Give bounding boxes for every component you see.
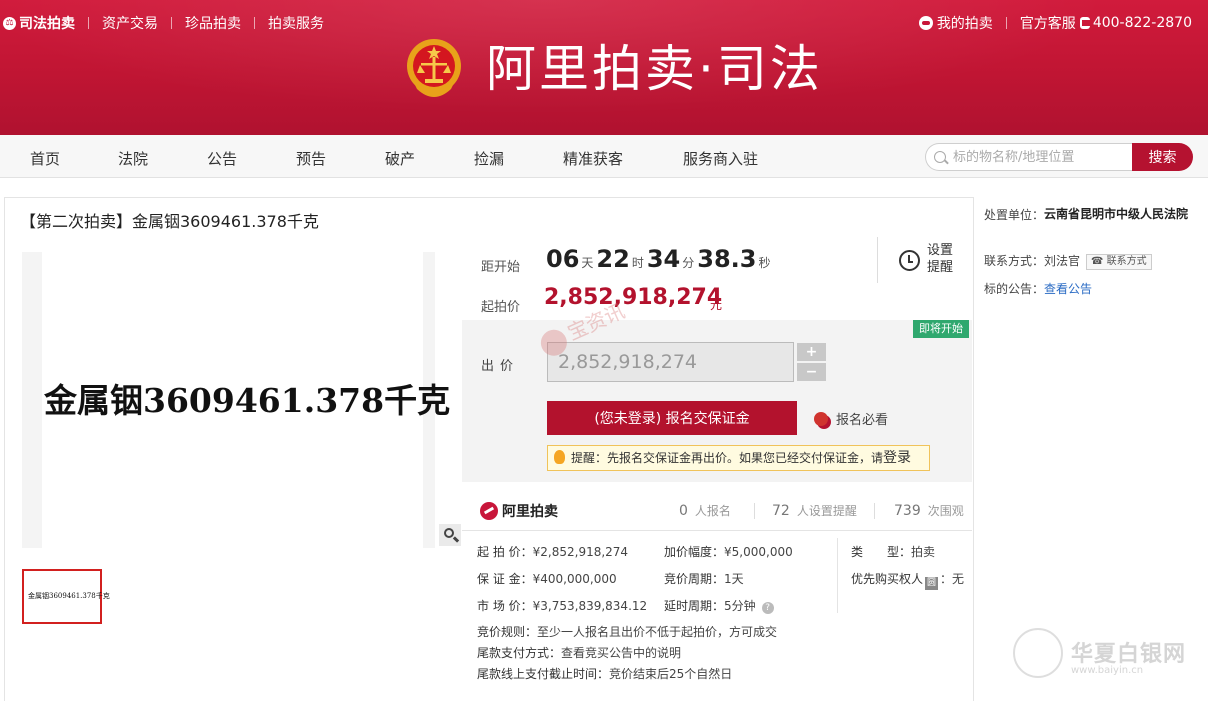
customer-service-link[interactable]: 官方客服: [1020, 13, 1076, 33]
logo-title: 阿里拍卖·司法: [486, 40, 823, 98]
divider: [254, 17, 255, 29]
help-icon[interactable]: ?: [761, 602, 774, 614]
item-image-text: 金属铟3609461.378千克: [44, 381, 451, 420]
countdown-timer: 06 天 22 时 34 分 38.3 秒: [546, 245, 771, 273]
item-thumbnail[interactable]: 金属铟3609461.378千克: [22, 569, 110, 624]
top-link-treasures[interactable]: 珍品拍卖: [185, 13, 241, 33]
info-priority-buyer: 优先购买权人圆：无: [851, 572, 965, 590]
phone-number: 400-822-2870: [1092, 15, 1192, 31]
start-price-unit: 元: [710, 298, 723, 312]
set-reminder-button[interactable]: 设置提醒: [877, 237, 972, 283]
info-bid-rule: 竞价规则：至少一人报名且出价不低于起拍价，方可成交: [477, 625, 778, 639]
nav-notice[interactable]: 公告: [207, 148, 237, 169]
nav-precise-customers[interactable]: 精准获客: [563, 148, 623, 169]
info-increment: 加价幅度：¥5,000,000: [664, 545, 793, 559]
login-link[interactable]: 登录: [883, 450, 911, 466]
search-box: [925, 143, 1133, 171]
divider: [171, 17, 172, 29]
info-market-price: 市 场 价：¥3,753,839,834.12: [477, 599, 648, 613]
zoom-icon[interactable]: [439, 524, 461, 546]
register-deposit-button[interactable]: (您未登录) 报名交保证金: [547, 401, 797, 435]
gavel-icon: ⚖: [3, 16, 16, 30]
countdown-days: 06: [546, 245, 580, 273]
nav-bargain[interactable]: 捡漏: [474, 148, 504, 169]
info-period: 竞价周期：1天: [664, 572, 744, 586]
stat-views: 739 次围观: [894, 503, 964, 519]
phone-icon: [1079, 17, 1090, 29]
divider: [1005, 17, 1007, 29]
countdown-label: 距开始: [481, 260, 521, 275]
stat-registered: 0 人报名: [679, 503, 731, 519]
search-button[interactable]: 搜索: [1132, 143, 1193, 171]
info-delay: 延时周期：5分钟?: [664, 597, 774, 614]
countdown-hours: 22: [596, 245, 630, 273]
nav-preview[interactable]: 预告: [296, 148, 326, 169]
side-contact: 联系方式：刘法官 ☎ 联系方式: [984, 252, 1152, 270]
info-payment-method: 尾款支付方式：查看竞买公告中的说明: [477, 646, 682, 660]
countdown-seconds: 38.3: [697, 245, 757, 273]
set-reminder-label: 设置提醒: [927, 243, 954, 275]
ali-logo-icon: [480, 502, 498, 520]
nav-provider-join[interactable]: 服务商入驻: [683, 148, 758, 169]
bid-label: 出价: [481, 359, 520, 374]
start-price-label: 起拍价: [481, 300, 521, 315]
stat-reminders: 72 人设置提醒: [772, 503, 857, 519]
start-price-value: 2,852,918,274: [544, 285, 723, 310]
nav-court[interactable]: 法院: [118, 148, 148, 169]
item-title: 【第二次拍卖】金属铟3609461.378千克: [20, 212, 319, 231]
status-badge: 即将开始: [913, 320, 969, 338]
contact-button[interactable]: ☎ 联系方式: [1086, 254, 1152, 270]
search-icon: [934, 151, 946, 163]
decrease-bid-button[interactable]: −: [797, 363, 826, 381]
divider: [88, 17, 89, 29]
top-link-judicial[interactable]: 司法拍卖: [19, 13, 75, 33]
view-notice-link[interactable]: 查看公告: [1044, 282, 1092, 296]
bid-input[interactable]: 2,852,918,274: [547, 342, 794, 382]
search-input[interactable]: [953, 149, 1128, 166]
info-deposit: 保 证 金：¥400,000,000: [477, 572, 617, 586]
circle-badge-icon: 圆: [925, 577, 939, 590]
nav-bankruptcy[interactable]: 破产: [385, 148, 415, 169]
top-right-links: 我的拍卖 官方客服 400-822-2870: [918, 13, 1192, 33]
countdown-minutes: 34: [646, 245, 681, 273]
side-notice: 标的公告：查看公告: [984, 282, 1093, 296]
ali-auction-logo: 阿里拍卖: [480, 501, 558, 521]
side-disposal-unit-value: 云南省昆明市中级人民法院: [1044, 207, 1189, 221]
info-payment-deadline: 尾款线上支付截止时间：竞价结束后25个自然日: [477, 667, 733, 681]
thumbnail-text: 金属铟3609461.378千克: [28, 592, 110, 600]
court-emblem-icon: [407, 39, 461, 97]
info-start-price: 起 拍 价：¥2,852,918,274: [477, 545, 629, 559]
coins-icon: [814, 411, 828, 426]
user-icon: [918, 16, 933, 30]
alarm-clock-icon: [899, 250, 920, 271]
info-type: 类 型：拍卖: [851, 545, 936, 559]
side-disposal-unit: 处置单位：: [984, 208, 1045, 222]
nav-home[interactable]: 首页: [30, 148, 60, 169]
top-link-services[interactable]: 拍卖服务: [268, 13, 324, 33]
top-links: ⚖ 司法拍卖 资产交易 珍品拍卖 拍卖服务: [3, 13, 324, 33]
lightbulb-icon: [554, 450, 565, 464]
top-link-assets[interactable]: 资产交易: [102, 13, 158, 33]
increase-bid-button[interactable]: +: [797, 343, 826, 361]
my-auction-link[interactable]: 我的拍卖: [937, 13, 993, 33]
reminder-tip: 提醒：先报名交保证金再出价。如果您已经交付保证金，请登录: [547, 445, 930, 471]
must-read-link[interactable]: 报名必看: [814, 409, 888, 428]
item-image[interactable]: 金属铟3609461.378千克: [22, 252, 450, 548]
